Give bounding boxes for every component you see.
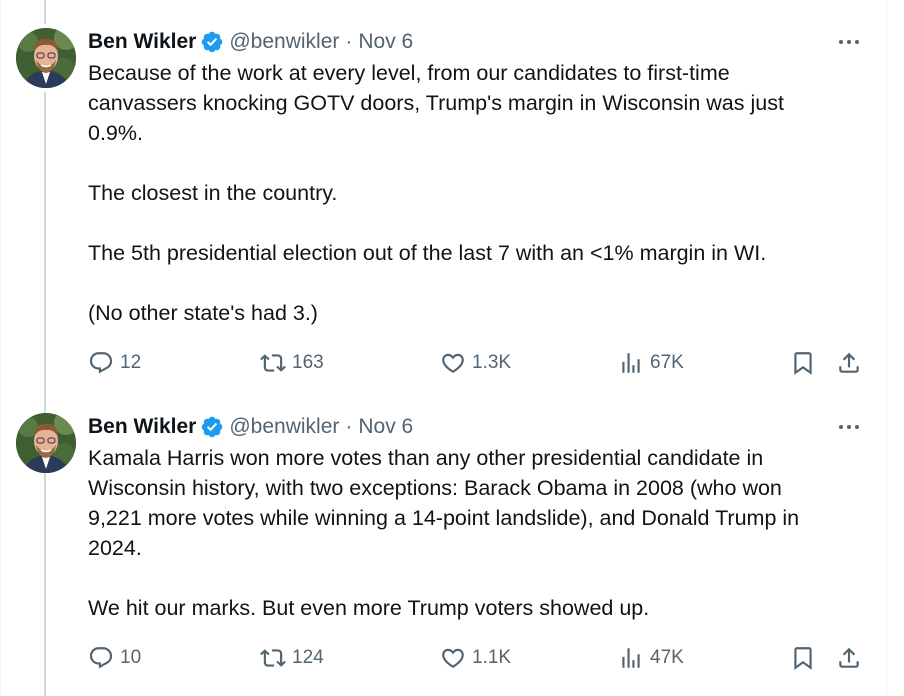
tweet[interactable]: Ben Wikler @benwikler · Nov 6 Because of… (0, 0, 886, 400)
tweet-header: Ben Wikler @benwikler · Nov 6 (88, 28, 864, 56)
tweet-date[interactable]: Nov 6 (358, 415, 413, 439)
separator: · (345, 30, 353, 53)
tweet-date[interactable]: Nov 6 (358, 30, 413, 54)
text-line: We hit our marks. But even more Trump vo… (88, 596, 650, 620)
bookmark-icon (794, 647, 812, 670)
timeline-border-right (886, 0, 887, 696)
author-name[interactable]: Ben Wikler (88, 415, 196, 439)
heart-icon (442, 648, 464, 668)
reply-icon (89, 352, 113, 374)
repost-button[interactable]: 124 (260, 643, 324, 673)
text-line: Wisconsin history, with two exceptions: … (88, 476, 782, 500)
reply-button[interactable]: 10 (88, 643, 141, 673)
share-button[interactable] (836, 348, 862, 378)
text-line: 0.9%. (88, 121, 143, 145)
like-button[interactable]: 1.3K (440, 348, 511, 378)
verified-badge-icon (200, 30, 224, 54)
separator: · (345, 415, 353, 438)
tweet-text: Kamala Harris won more votes than any ot… (88, 443, 864, 623)
tweet[interactable]: Ben Wikler @benwikler · Nov 6 Kamala Har… (0, 400, 886, 696)
view-count: 47K (650, 647, 684, 668)
text-line: (No other state's had 3.) (88, 301, 318, 325)
reply-count: 10 (120, 647, 142, 668)
heart-icon (442, 353, 464, 373)
reply-count: 12 (120, 352, 142, 373)
like-button[interactable]: 1.1K (440, 643, 511, 673)
bookmark-button[interactable] (790, 643, 816, 673)
repost-icon (260, 354, 286, 372)
tweet-text: Because of the work at every level, from… (88, 58, 864, 328)
text-line: 2024. (88, 536, 142, 560)
text-line: canvassers knocking GOTV doors, Trump's … (88, 91, 784, 115)
avatar[interactable] (16, 28, 76, 88)
share-icon (839, 352, 859, 373)
text-line: The closest in the country. (88, 181, 338, 205)
share-icon (839, 647, 859, 668)
verified-badge-icon (200, 415, 224, 439)
action-bar: 10 124 1.1K 47K (88, 643, 864, 673)
more-options-icon[interactable] (834, 28, 864, 56)
more-options-icon[interactable] (834, 413, 864, 441)
like-count: 1.3K (472, 352, 512, 373)
views-icon (622, 353, 640, 373)
text-line: Kamala Harris won more votes than any ot… (88, 446, 764, 470)
like-count: 1.1K (472, 647, 512, 668)
views-icon (622, 648, 640, 668)
author-handle[interactable]: @benwikler (229, 30, 339, 54)
avatar[interactable] (16, 413, 76, 473)
share-button[interactable] (836, 643, 862, 673)
author-handle[interactable]: @benwikler (229, 415, 339, 439)
bookmark-icon (794, 352, 812, 375)
repost-count: 163 (292, 352, 324, 373)
views-button[interactable]: 67K (618, 348, 684, 378)
action-bar: 12 163 1.3K 67K (88, 348, 864, 378)
text-line: 9,221 more votes while winning a 14-poin… (88, 506, 800, 530)
text-line: Because of the work at every level, from… (88, 61, 730, 85)
author-name[interactable]: Ben Wikler (88, 30, 196, 54)
reply-button[interactable]: 12 (88, 348, 141, 378)
view-count: 67K (650, 352, 684, 373)
text-line: The 5th presidential election out of the… (88, 241, 767, 265)
tweet-header: Ben Wikler @benwikler · Nov 6 (88, 413, 864, 441)
bookmark-button[interactable] (790, 348, 816, 378)
reply-icon (89, 647, 113, 669)
repost-count: 124 (292, 647, 324, 668)
repost-icon (260, 649, 286, 667)
repost-button[interactable]: 163 (260, 348, 324, 378)
views-button[interactable]: 47K (618, 643, 684, 673)
